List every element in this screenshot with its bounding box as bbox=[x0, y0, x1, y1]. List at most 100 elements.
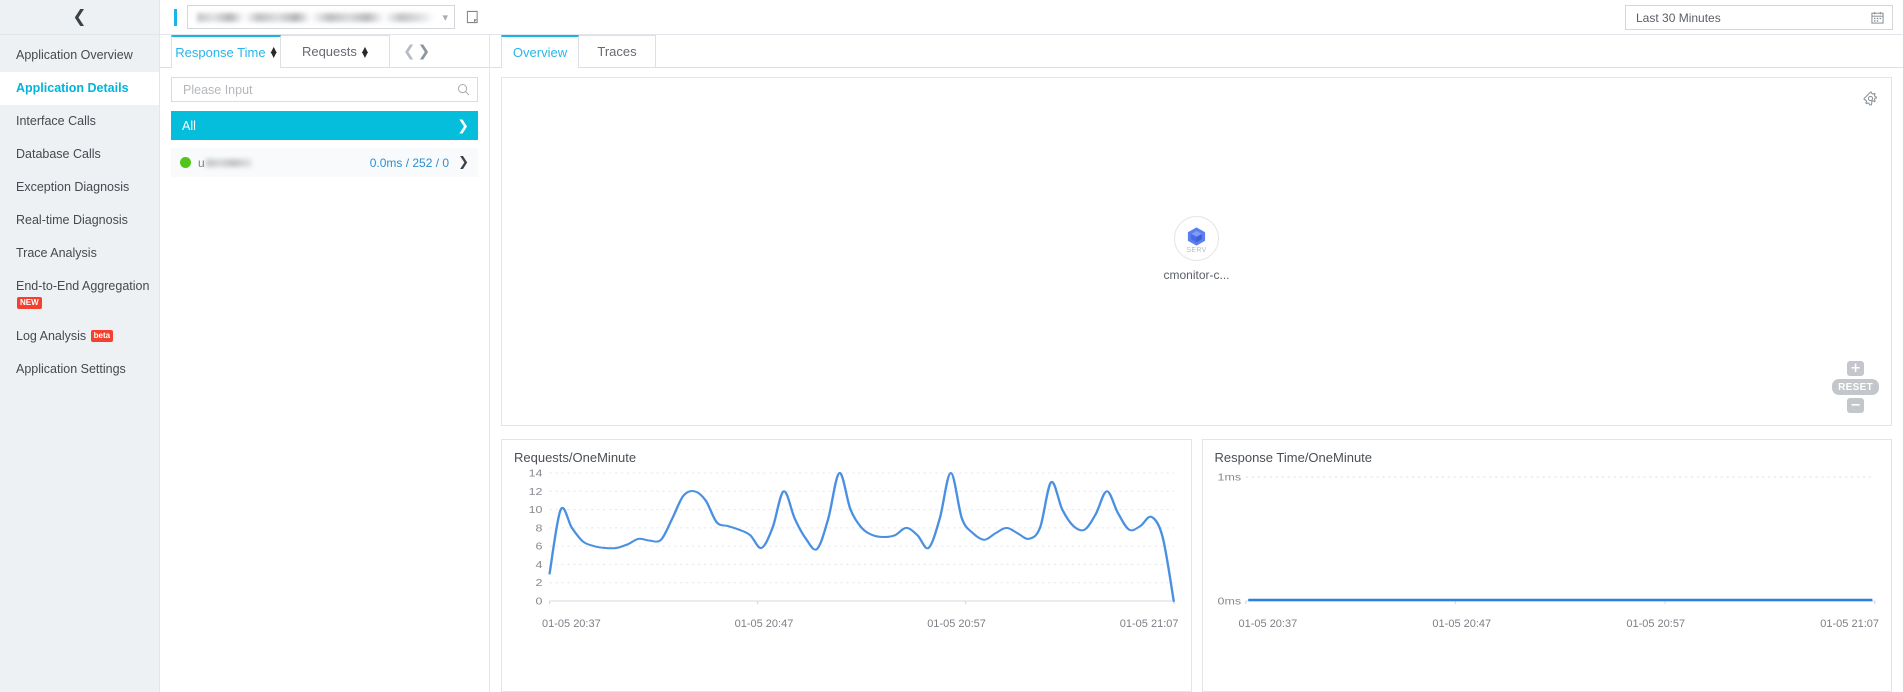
sidebar-item-label: Trace Analysis bbox=[16, 246, 97, 260]
sidebar-item-label: Interface Calls bbox=[16, 114, 96, 128]
x-tick-label: 01-05 20:37 bbox=[542, 618, 601, 630]
x-tick-label: 01-05 21:07 bbox=[1119, 618, 1179, 630]
topology-node-circle: SERV bbox=[1173, 216, 1219, 261]
svg-text:0: 0 bbox=[536, 596, 543, 607]
zoom-in-button[interactable]: + bbox=[1847, 361, 1865, 376]
main-tabs: Overview Traces bbox=[490, 35, 1903, 68]
sidebar-item-label: Application Overview bbox=[16, 48, 133, 62]
chevron-left-icon[interactable]: ❮ bbox=[72, 8, 86, 26]
x-tick-label: 01-05 20:47 bbox=[1432, 618, 1492, 630]
service-stats: 0.0ms / 252 / 0 bbox=[369, 155, 450, 170]
tab-label: Response Time bbox=[175, 44, 266, 60]
svg-text:8: 8 bbox=[536, 523, 543, 534]
sidebar-item-label: Exception Diagnosis bbox=[16, 180, 130, 194]
body: Response Time ▲ ▼ Requests ▲ ▼ ❮ ❯ Pleas… bbox=[160, 35, 1903, 692]
svg-text:10: 10 bbox=[529, 505, 543, 516]
chart-x-axis: 01-05 20:37 01-05 20:47 01-05 20:57 01-0… bbox=[1215, 617, 1880, 630]
sidebar-header: ❮ bbox=[0, 0, 159, 35]
sidebar-item-label: End-to-End AggregationNEW bbox=[16, 279, 150, 309]
service-row[interactable]: u 0.0ms / 252 / 0 ❯ bbox=[171, 148, 478, 177]
svg-text:14: 14 bbox=[529, 468, 543, 479]
sort-icon[interactable]: ▲ ▼ bbox=[362, 45, 368, 58]
x-tick-label: 01-05 21:07 bbox=[1820, 618, 1879, 630]
search-input[interactable] bbox=[181, 81, 457, 98]
sidebar-item-log-analysis[interactable]: Log Analysis beta bbox=[0, 320, 159, 353]
topology-zoom-controls: + RESET − bbox=[1832, 361, 1879, 413]
chart-card-requests: Requests/OneMinute 0 2 4 6 8 10 12 14 01-05 20:… bbox=[501, 439, 1192, 692]
service-name bbox=[205, 158, 252, 167]
sidebar-item-real-time-diagnosis[interactable]: Real-time Diagnosis bbox=[0, 204, 159, 237]
status-dot-green-icon bbox=[180, 157, 191, 168]
sidebar-item-interface-calls[interactable]: Interface Calls bbox=[0, 105, 159, 138]
sidebar-item-exception-diagnosis[interactable]: Exception Diagnosis bbox=[0, 171, 159, 204]
sidebar-item-label: Log Analysis beta bbox=[16, 328, 114, 345]
copy-icon[interactable] bbox=[466, 10, 479, 24]
right-side: ▾ Last 30 Minutes Response Time ▲ ▼ Requ… bbox=[160, 0, 1903, 692]
service-row-all[interactable]: All ❯ bbox=[171, 111, 478, 140]
tab-response-time[interactable]: Response Time ▲ ▼ bbox=[171, 35, 281, 68]
x-tick-label: 01-05 20:37 bbox=[1238, 618, 1298, 630]
time-range-value: Last 30 Minutes bbox=[1636, 10, 1721, 25]
sidebar-item-application-details[interactable]: Application Details bbox=[0, 72, 159, 105]
sidebar-item-database-calls[interactable]: Database Calls bbox=[0, 138, 159, 171]
chevron-left-icon[interactable]: ❮ bbox=[403, 43, 416, 59]
search-icon[interactable] bbox=[457, 83, 470, 96]
chart-title: Response Time/OneMinute bbox=[1214, 450, 1373, 465]
requests-line-chart: 0 2 4 6 8 10 12 14 bbox=[529, 468, 1175, 607]
sidebar-item-label: Application Settings bbox=[16, 362, 126, 376]
sidebar-item-application-settings[interactable]: Application Settings bbox=[0, 353, 159, 386]
svg-text:6: 6 bbox=[536, 541, 543, 552]
chevron-right-icon: ❯ bbox=[458, 155, 469, 170]
application-select[interactable]: ▾ bbox=[187, 5, 455, 29]
tab-pager: ❮ ❯ bbox=[403, 43, 431, 59]
service-row-all-label: All bbox=[182, 118, 196, 133]
sidebar-item-trace-analysis[interactable]: Trace Analysis bbox=[0, 237, 159, 270]
zoom-reset-button[interactable]: RESET bbox=[1832, 379, 1879, 395]
chevron-down-icon: ▾ bbox=[442, 10, 448, 24]
charts-row: Requests/OneMinute 0 2 4 6 8 10 12 14 01-05 20:… bbox=[501, 439, 1892, 692]
topology-node[interactable]: SERV cmonitor-c... bbox=[1163, 216, 1230, 282]
svg-text:0ms: 0ms bbox=[1217, 596, 1241, 607]
topology-panel: SERV cmonitor-c... + RESET − bbox=[501, 77, 1892, 426]
svg-text:1ms: 1ms bbox=[1217, 472, 1241, 483]
tab-requests[interactable]: Requests ▲ ▼ bbox=[280, 35, 390, 67]
tab-label: Overview bbox=[512, 44, 568, 60]
beta-badge: beta bbox=[90, 329, 114, 342]
top-bar: ▾ Last 30 Minutes bbox=[160, 0, 1903, 35]
chevron-right-icon: ❯ bbox=[457, 117, 469, 134]
new-badge: NEW bbox=[17, 296, 42, 309]
response-time-line-chart: 1ms 0ms bbox=[1217, 472, 1875, 607]
chart-card-response-time: Response Time/OneMinute 1ms 0ms 01-05 20:… bbox=[1201, 439, 1892, 692]
svg-text:4: 4 bbox=[536, 560, 544, 571]
time-range-picker[interactable]: Last 30 Minutes bbox=[1625, 5, 1893, 30]
tab-traces[interactable]: Traces bbox=[578, 35, 656, 67]
svg-text:12: 12 bbox=[529, 487, 543, 498]
x-tick-label: 01-05 20:47 bbox=[734, 618, 794, 630]
accent-bar bbox=[174, 8, 177, 26]
main-content: Overview Traces SERV cmonitor-c... + RES… bbox=[490, 35, 1903, 692]
chevron-right-icon[interactable]: ❯ bbox=[418, 43, 431, 59]
search-box[interactable] bbox=[171, 77, 478, 102]
sidebar-item-label: Database Calls bbox=[16, 147, 101, 161]
app-root: ❮ Application Overview Application Detai… bbox=[0, 0, 1903, 692]
chart-x-axis: 01-05 20:37 01-05 20:47 01-05 20:57 01-0… bbox=[514, 617, 1179, 630]
sidebar-nav-list: Application Overview Application Details… bbox=[0, 35, 159, 692]
application-select-value bbox=[197, 12, 435, 22]
chart-plot-response-time: 1ms 0ms bbox=[1215, 467, 1880, 617]
sidebar-item-label: Application Details bbox=[16, 81, 129, 95]
sidebar-item-application-overview[interactable]: Application Overview bbox=[0, 39, 159, 72]
sidebar-item-label: Real-time Diagnosis bbox=[16, 213, 128, 227]
x-tick-label: 01-05 20:57 bbox=[1626, 618, 1686, 630]
zoom-out-button[interactable]: − bbox=[1847, 398, 1865, 413]
sidebar-item-end-to-end-aggregation[interactable]: End-to-End AggregationNEW bbox=[0, 270, 159, 320]
topology-node-label: cmonitor-c... bbox=[1163, 268, 1230, 282]
service-name-prefix: u bbox=[198, 155, 205, 170]
tab-label: Requests bbox=[301, 44, 357, 59]
tab-overview[interactable]: Overview bbox=[501, 35, 579, 68]
sidebar: ❮ Application Overview Application Detai… bbox=[0, 0, 160, 692]
app-selector-wrap: ▾ bbox=[160, 5, 479, 29]
gear-icon[interactable] bbox=[1863, 91, 1878, 106]
service-panel-tabs: Response Time ▲ ▼ Requests ▲ ▼ ❮ ❯ bbox=[160, 35, 489, 68]
sort-icon[interactable]: ▲ ▼ bbox=[271, 46, 277, 59]
chart-title: Requests/OneMinute bbox=[514, 450, 637, 465]
